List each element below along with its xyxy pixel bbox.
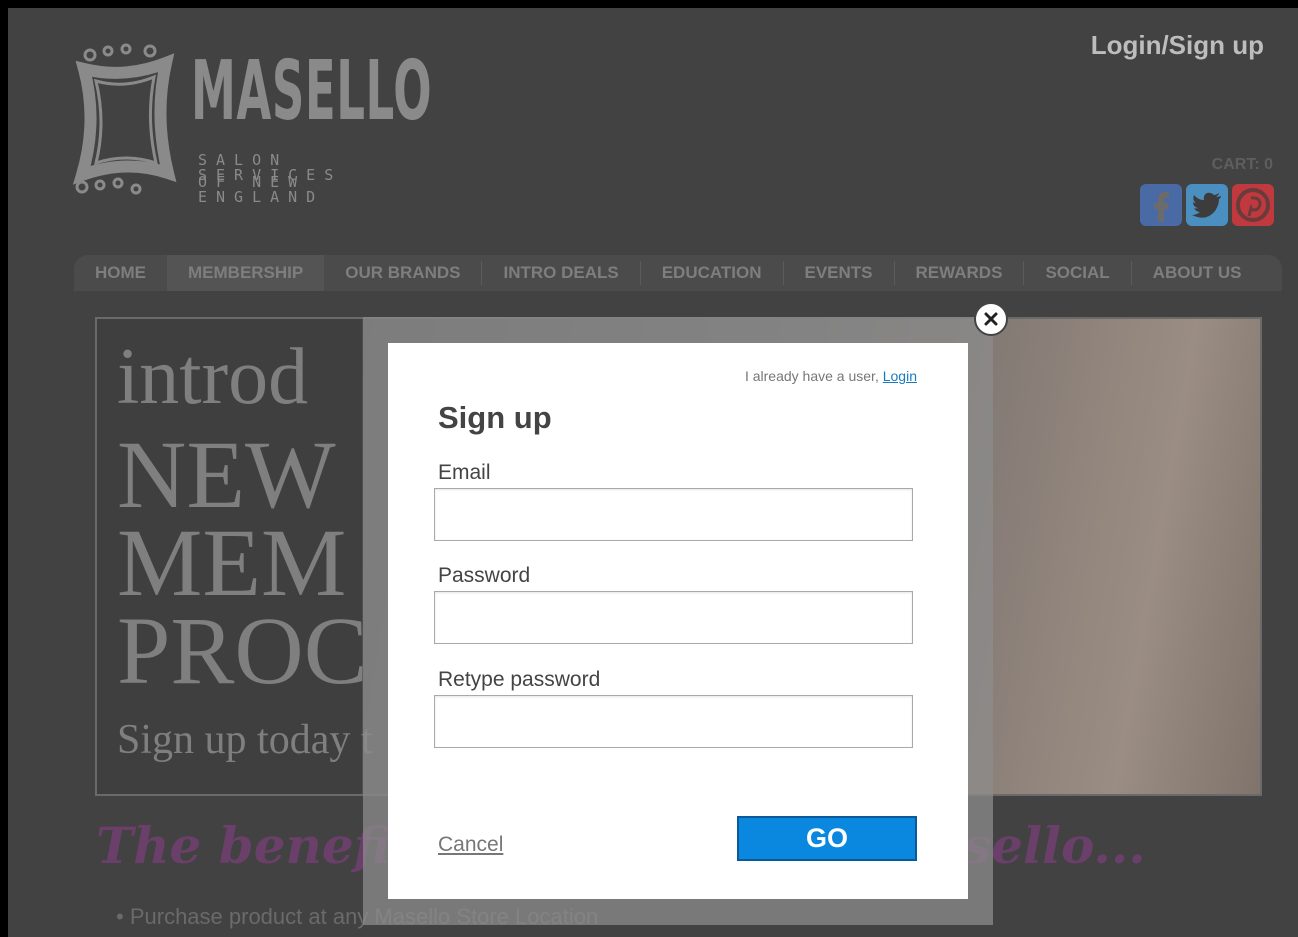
close-dialog-button[interactable] <box>974 302 1008 336</box>
banner-line-1: introd <box>117 333 309 421</box>
nav-item-social[interactable]: SOCIAL <box>1024 255 1130 291</box>
already-text: I already have a user, <box>744 368 879 384</box>
nav-item-education[interactable]: EDUCATION <box>641 255 783 291</box>
go-button[interactable]: GO <box>737 816 917 861</box>
nav-item-home[interactable]: HOME <box>74 255 167 291</box>
signup-dialog: I already have a user, Login Sign up Ema… <box>388 343 968 899</box>
banner-line-4: PROC <box>117 597 368 704</box>
pinterest-icon[interactable] <box>1232 184 1274 226</box>
retype-password-field[interactable] <box>434 695 913 748</box>
logo-wordmark: MASELLO <box>191 44 433 139</box>
nav-item-events[interactable]: EVENTS <box>784 255 894 291</box>
login-link[interactable]: Login <box>883 368 917 384</box>
retype-password-label: Retype password <box>438 668 601 691</box>
password-label: Password <box>438 564 531 587</box>
nav-item-intro-deals[interactable]: INTRO DEALS <box>482 255 639 291</box>
login-signup-link[interactable]: Login/Sign up <box>1091 30 1264 61</box>
logo-frame-icon <box>72 43 177 195</box>
email-label: Email <box>438 461 491 484</box>
nav-item-about-us[interactable]: ABOUT US <box>1132 255 1263 291</box>
cancel-button[interactable]: Cancel <box>438 833 503 857</box>
masello-logo[interactable]: MASELLO SALON SERVICES OF NEW ENGLAND <box>70 41 432 205</box>
logo-subtitle-line2: OF NEW ENGLAND <box>198 173 325 206</box>
nav-item-membership[interactable]: MEMBERSHIP <box>167 255 325 291</box>
facebook-icon[interactable] <box>1140 184 1182 226</box>
cart-link[interactable]: CART: 0 <box>1212 156 1273 174</box>
main-nav: HOME MEMBERSHIP OUR BRANDS INTRO DEALS E… <box>74 255 1282 291</box>
close-icon <box>984 312 998 326</box>
already-have-account: I already have a user, Login <box>745 368 917 384</box>
password-field[interactable] <box>434 591 913 644</box>
page: MASELLO SALON SERVICES OF NEW ENGLAND Lo… <box>8 8 1298 937</box>
banner-cta: Sign up today t <box>117 717 373 763</box>
email-field[interactable] <box>434 488 913 541</box>
dialog-title: Sign up <box>438 400 552 435</box>
social-links <box>1140 184 1274 226</box>
twitter-icon[interactable] <box>1186 184 1228 226</box>
nav-item-rewards[interactable]: REWARDS <box>895 255 1024 291</box>
nav-item-our-brands[interactable]: OUR BRANDS <box>324 255 481 291</box>
